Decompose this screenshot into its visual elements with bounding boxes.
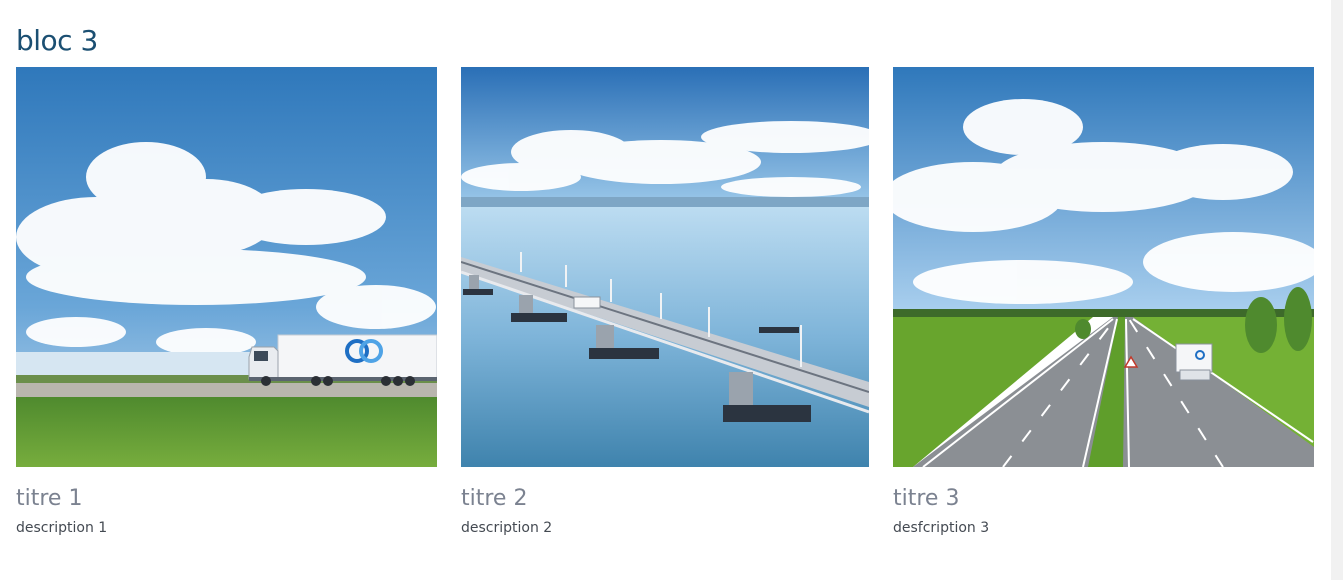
card-description: description 2: [461, 520, 553, 536]
card-description: description 1: [16, 520, 108, 536]
card-description: desfcription 3: [893, 520, 990, 536]
card-image-bridge-sea[interactable]: [461, 67, 869, 467]
card-title[interactable]: titre 2: [461, 485, 869, 513]
section-title: bloc 3: [16, 24, 98, 57]
card-3[interactable]: titre 3 desfcription 3: [893, 67, 1314, 537]
scrollbar-track[interactable]: [1331, 0, 1343, 580]
card-title[interactable]: titre 3: [893, 485, 1314, 513]
card-title[interactable]: titre 1: [16, 485, 437, 513]
card-image-highway-fields[interactable]: [893, 67, 1314, 467]
card-image-truck-road[interactable]: [16, 67, 437, 467]
card-2[interactable]: titre 2 description 2: [461, 67, 869, 537]
card-1[interactable]: titre 1 description 1: [16, 67, 437, 537]
